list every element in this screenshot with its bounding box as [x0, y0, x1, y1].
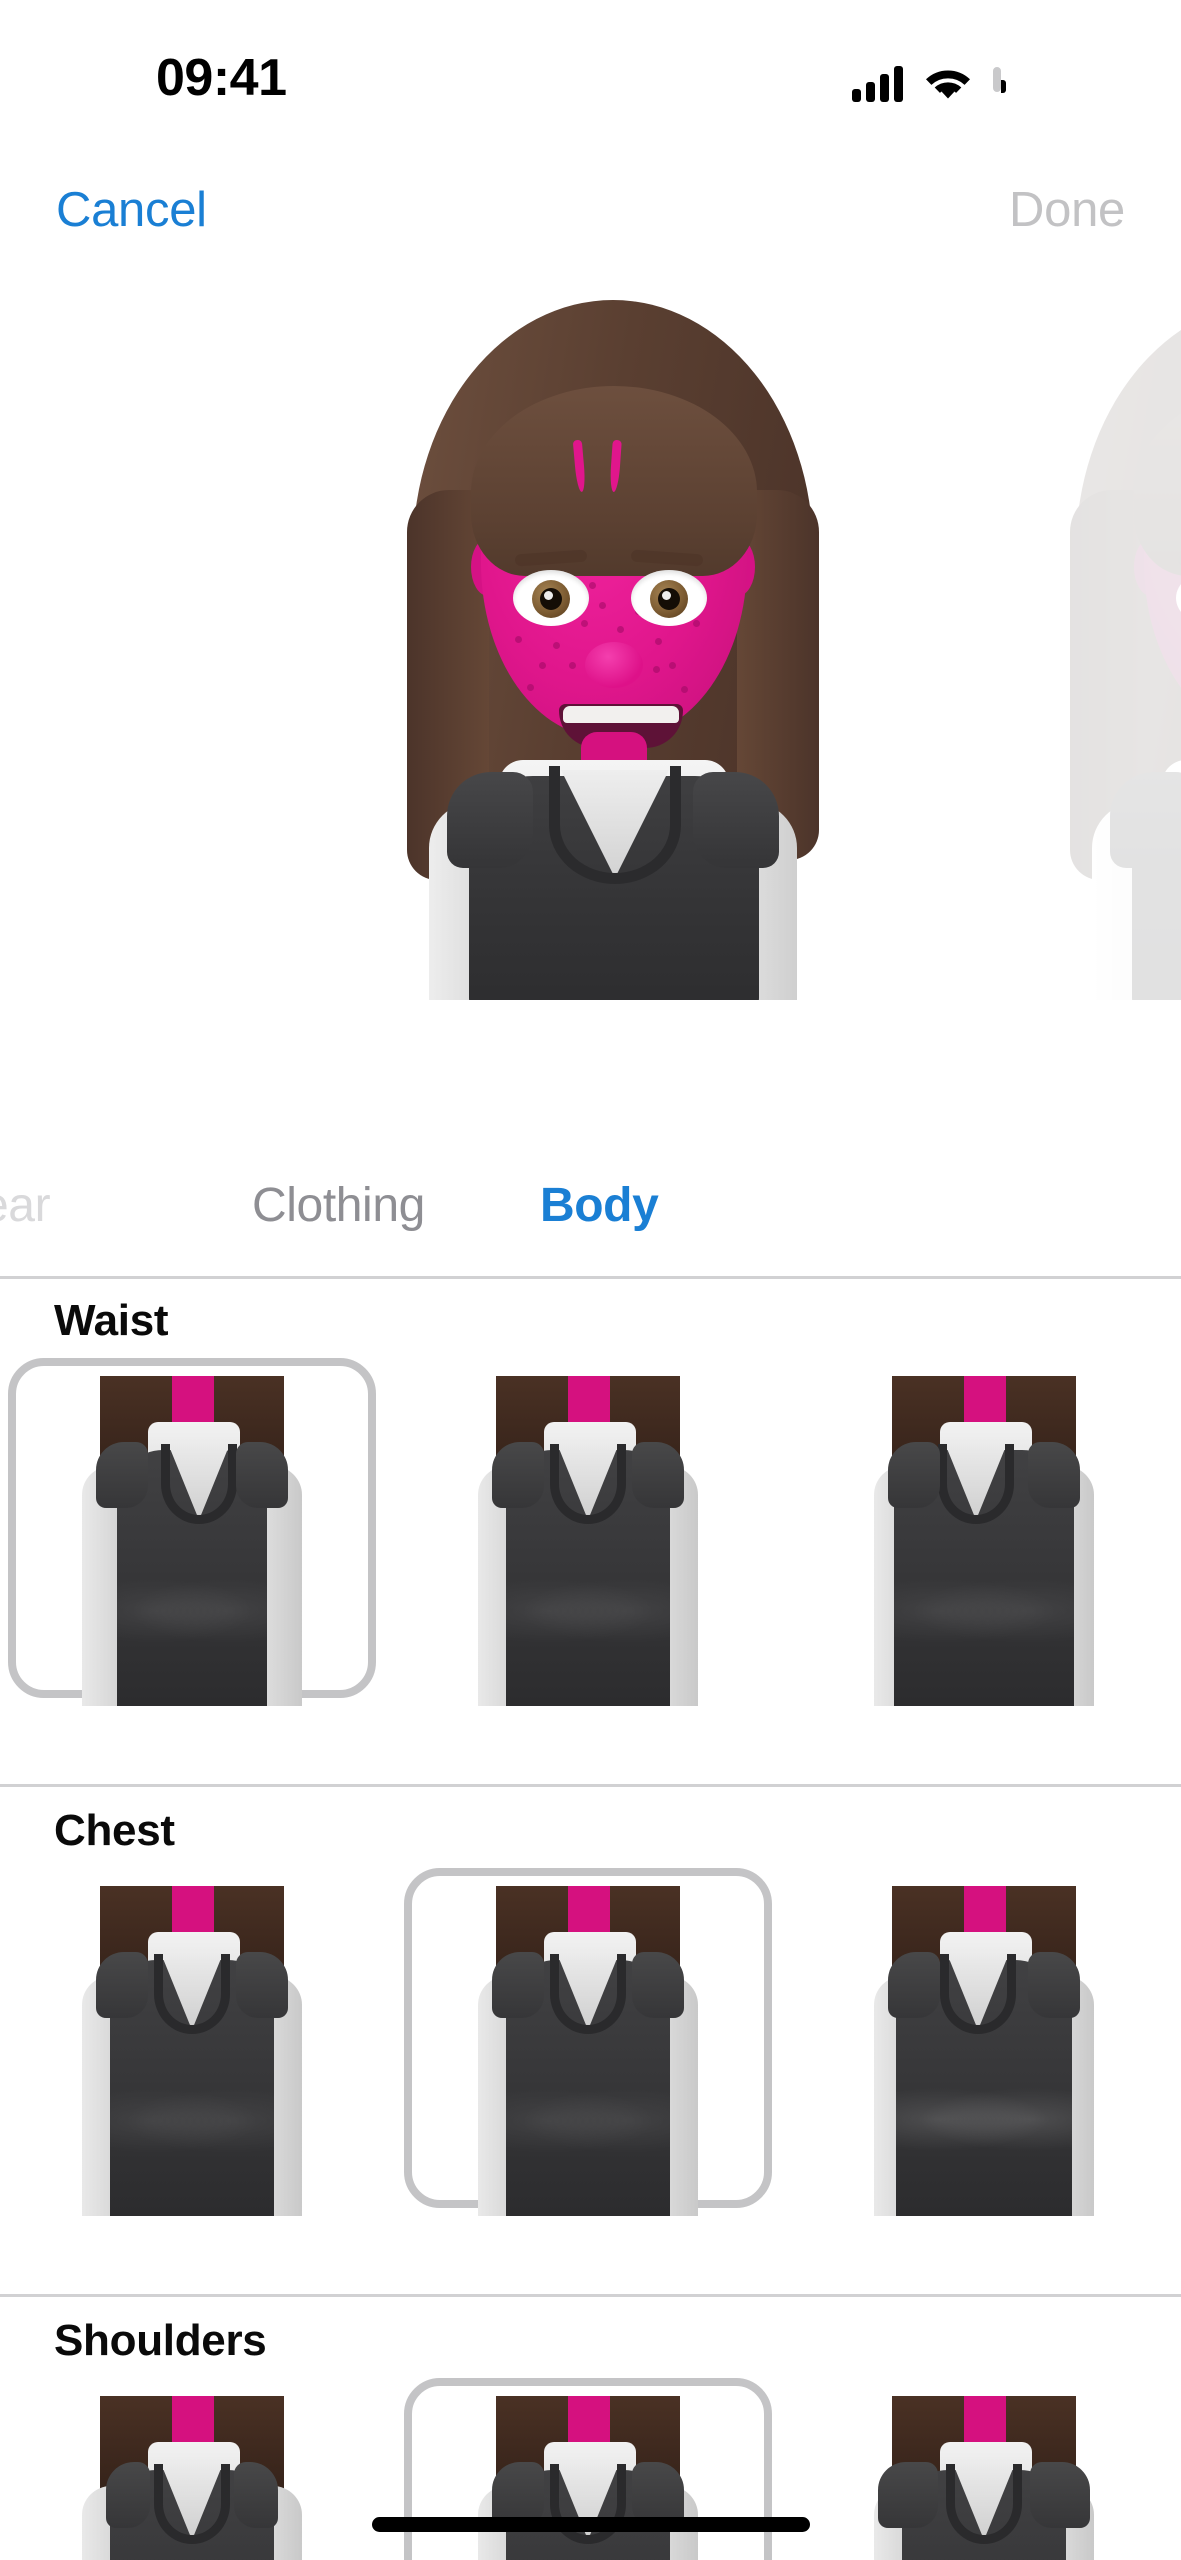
options-row-chest — [0, 1868, 1181, 2216]
shoulder-pad-right — [693, 772, 779, 868]
options-row-waist — [0, 1358, 1181, 1706]
shoulders-thumbnail-3 — [868, 2396, 1100, 2560]
avatar-preview-stage[interactable] — [0, 290, 1181, 1160]
torso — [403, 732, 823, 1000]
vest-collar — [549, 766, 681, 884]
options-row-shoulders — [0, 2378, 1181, 2560]
waist-thumbnail-1 — [76, 1376, 308, 1706]
cancel-button[interactable]: Cancel — [56, 182, 207, 238]
chest-option-3[interactable] — [800, 1868, 1168, 2216]
status-bar-icons — [852, 56, 1063, 102]
done-button[interactable]: Done — [1009, 182, 1125, 238]
separator-below-chest — [0, 2294, 1181, 2297]
eye-left — [513, 570, 589, 626]
shoulders-option-1[interactable] — [8, 2378, 376, 2560]
nose — [585, 642, 643, 688]
section-title-chest: Chest — [54, 1806, 175, 1855]
memoji-figure — [363, 290, 863, 1000]
chest-thumbnail-1 — [76, 1886, 308, 2216]
waist-thumbnail-3 — [868, 1376, 1100, 1706]
section-title-waist: Waist — [54, 1296, 169, 1345]
memoji-avatar[interactable] — [363, 290, 863, 1000]
shoulders-thumbnail-2 — [472, 2396, 704, 2560]
shoulders-thumbnail-1 — [76, 2396, 308, 2560]
home-indicator[interactable] — [371, 2517, 810, 2532]
waist-thumbnail-2 — [472, 1376, 704, 1706]
memoji-figure-next — [1026, 290, 1181, 1000]
battery-full-icon — [993, 67, 1063, 102]
memoji-editor-screen: 09:41 Cancel Done ar Clothing Body Waist… — [0, 0, 1181, 2560]
status-bar: 09:41 — [0, 0, 1181, 160]
category-tab-bar: ear Clothing Body — [0, 1178, 1181, 1276]
shoulder-pad-left — [447, 772, 533, 868]
status-bar-time: 09:41 — [156, 49, 287, 107]
chest-option-1[interactable] — [8, 1868, 376, 2216]
waist-option-2[interactable] — [404, 1358, 772, 1706]
wifi-icon — [925, 68, 971, 102]
memoji-avatar-next[interactable] — [1026, 290, 1181, 1000]
chest-option-2[interactable] — [404, 1868, 772, 2216]
waist-option-1[interactable] — [8, 1358, 376, 1706]
separator-below-waist — [0, 1784, 1181, 1787]
shoulders-option-2[interactable] — [404, 2378, 772, 2560]
tab-body[interactable]: Body — [540, 1178, 659, 1233]
separator-below-tabs — [0, 1276, 1181, 1279]
tab-clothing[interactable]: Clothing — [252, 1178, 425, 1233]
chest-thumbnail-3 — [868, 1886, 1100, 2216]
shoulders-option-3[interactable] — [800, 2378, 1168, 2560]
tab-headwear[interactable]: ear — [0, 1178, 51, 1233]
cellular-signal-icon — [852, 66, 903, 102]
eye-right — [631, 570, 707, 626]
navigation-bar: Cancel Done — [0, 160, 1181, 280]
section-title-shoulders: Shoulders — [54, 2316, 267, 2365]
chest-thumbnail-2 — [472, 1886, 704, 2216]
waist-option-3[interactable] — [800, 1358, 1168, 1706]
